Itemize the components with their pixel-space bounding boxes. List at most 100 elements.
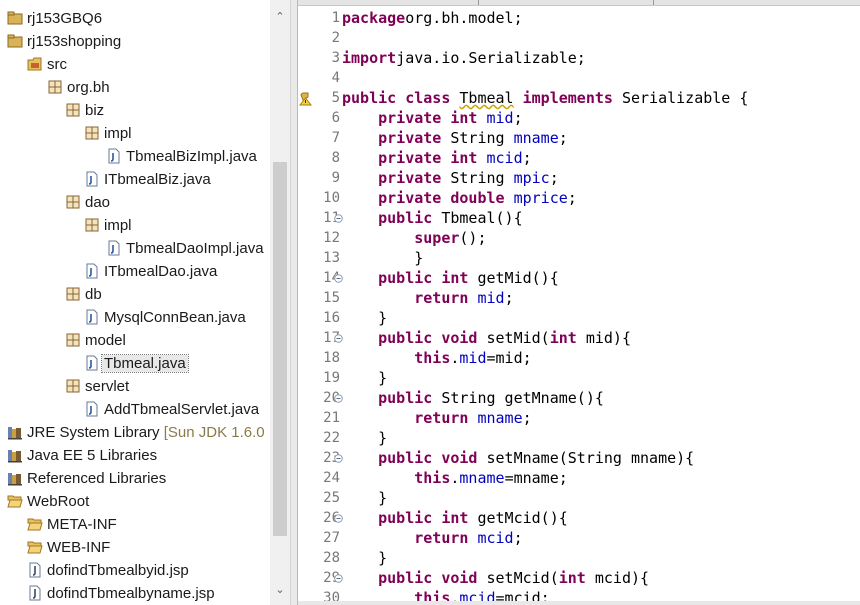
tree-item[interactable]: org.bh — [47, 77, 110, 99]
code-line[interactable]: importjava.io.Serializable; — [342, 48, 586, 68]
code-token: (); — [459, 229, 487, 247]
code-line[interactable]: private int mcid; — [342, 148, 532, 168]
package-icon — [65, 378, 81, 394]
code-token: ; — [558, 129, 568, 147]
code-line[interactable]: public int getMcid(){ — [342, 508, 568, 528]
fold-toggle-icon[interactable] — [334, 334, 344, 344]
tree-item[interactable]: impl — [84, 123, 132, 145]
tree-item-label: impl — [104, 125, 132, 142]
code-line[interactable]: private int mid; — [342, 108, 523, 128]
code-keyword: public — [378, 569, 433, 587]
tree-item[interactable]: AddTbmealServlet.java — [84, 399, 259, 421]
tree-item[interactable]: impl — [84, 215, 132, 237]
tree-item[interactable]: TbmealBizImpl.java — [106, 146, 257, 168]
explorer-scrollbar[interactable]: ⌃ ⌄ — [270, 0, 290, 605]
tree-item[interactable]: dofindTbmealbyname.jsp — [27, 583, 215, 605]
tree-item-label: Tbmeal.java — [101, 354, 189, 373]
code-line[interactable]: } — [342, 428, 387, 448]
code-field: mname — [477, 409, 523, 427]
line-number: 27 — [323, 530, 340, 546]
code-line[interactable]: return mid; — [342, 288, 513, 308]
code-line[interactable]: return mcid; — [342, 528, 522, 548]
code-line[interactable]: private String mpic; — [342, 168, 559, 188]
tree-item-label: ITbmealBiz.java — [104, 171, 211, 188]
tree-item[interactable]: rj153shopping — [7, 31, 121, 53]
fold-toggle-icon[interactable] — [334, 574, 344, 584]
tree-item-label: rj153GBQ6 — [27, 10, 103, 27]
code-keyword: package — [342, 9, 406, 27]
tree-item[interactable]: MysqlConnBean.java — [84, 307, 246, 329]
tree-item[interactable]: dofindTbmealbyid.jsp — [27, 560, 189, 582]
tree-item[interactable]: JRE System Library [Sun JDK 1.6.0 — [7, 422, 265, 444]
tree-item[interactable]: rj153GBQ6 — [7, 8, 102, 30]
code-line[interactable]: this.mid=mid; — [342, 348, 531, 368]
code-line[interactable]: return mname; — [342, 408, 531, 428]
java-file-icon — [106, 240, 122, 256]
scroll-thumb[interactable] — [273, 162, 287, 536]
code-keyword: import — [342, 49, 397, 67]
code-token: } — [342, 549, 388, 567]
tree-item[interactable]: Referenced Libraries — [7, 468, 166, 490]
line-number: 9 — [331, 170, 340, 186]
code-token: ; — [513, 109, 523, 127]
code-line[interactable]: public int getMid(){ — [342, 268, 559, 288]
code-line[interactable]: packageorg.bh.model; — [342, 8, 523, 28]
code-keyword: this — [414, 349, 451, 367]
code-line[interactable]: public void setMcid(int mcid){ — [342, 568, 649, 588]
fold-toggle-icon[interactable] — [334, 454, 344, 464]
code-line[interactable]: public Tbmeal(){ — [342, 208, 523, 228]
package-icon — [84, 125, 100, 141]
tree-item[interactable]: ITbmealBiz.java — [84, 169, 211, 191]
tree-item[interactable]: model — [65, 330, 126, 352]
code-line[interactable]: this.mname=mname; — [342, 468, 568, 488]
view-splitter[interactable] — [290, 0, 298, 605]
code-line[interactable]: private String mname; — [342, 128, 568, 148]
code-line[interactable]: } — [342, 308, 387, 328]
code-line[interactable]: super(); — [342, 228, 487, 248]
tree-item[interactable]: META-INF — [27, 514, 117, 536]
scroll-down-icon[interactable]: ⌄ — [270, 580, 290, 600]
code-line[interactable]: } — [342, 488, 387, 508]
tree-item[interactable]: db — [65, 284, 102, 306]
fold-toggle-icon[interactable] — [334, 214, 344, 224]
code-line[interactable]: } — [342, 548, 387, 568]
tree-item[interactable]: WEB-INF — [27, 537, 110, 559]
warning-marker-icon[interactable] — [298, 91, 313, 106]
code-field: mcid — [486, 149, 523, 167]
code-line[interactable]: } — [342, 248, 423, 268]
tree-item[interactable]: TbmealDaoImpl.java — [106, 238, 264, 260]
java-editor[interactable]: 1 2 3 4 5 6 7 8 9 10 11 12 13 14 15 16 17 18 19 20 21 22 23 24 2… — [298, 0, 860, 605]
tree-item[interactable]: src — [27, 54, 67, 76]
tree-item[interactable]: servlet — [65, 376, 129, 398]
line-number: 25 — [323, 490, 340, 506]
tree-item[interactable]: ITbmealDao.java — [84, 261, 217, 283]
tree-item[interactable]: Java EE 5 Libraries — [7, 445, 157, 467]
code-line[interactable]: private double mprice; — [342, 188, 577, 208]
tab-separator — [653, 0, 654, 5]
fold-toggle-icon[interactable] — [334, 274, 344, 284]
package-icon — [84, 217, 100, 233]
code-line[interactable]: } — [342, 368, 387, 388]
fold-toggle-icon[interactable] — [334, 514, 344, 524]
fold-toggle-icon[interactable] — [334, 394, 344, 404]
tree-item[interactable]: Tbmeal.java — [84, 353, 189, 375]
code-keyword: private — [378, 129, 442, 147]
project-tree: rj153GBQ6 rj153shopping src org.bh biz impl Tb… — [0, 0, 270, 605]
tree-item-label: db — [85, 286, 102, 303]
tree-item[interactable]: dao — [65, 192, 110, 214]
scroll-up-icon[interactable]: ⌃ — [270, 7, 290, 27]
code-token: org.bh.model; — [405, 9, 523, 27]
code-token: ; — [522, 149, 532, 167]
code-line[interactable]: public void setMid(int mid){ — [342, 328, 631, 348]
code-area[interactable]: packageorg.bh.model; importjava.io.Serial… — [342, 6, 860, 605]
tree-item[interactable]: WebRoot — [7, 491, 89, 513]
code-line[interactable]: public void setMname(String mname){ — [342, 448, 694, 468]
tree-item[interactable]: biz — [65, 100, 104, 122]
code-line[interactable]: public class Tbmeal implements Serializa… — [342, 88, 748, 108]
code-line[interactable]: public String getMname(){ — [342, 388, 604, 408]
